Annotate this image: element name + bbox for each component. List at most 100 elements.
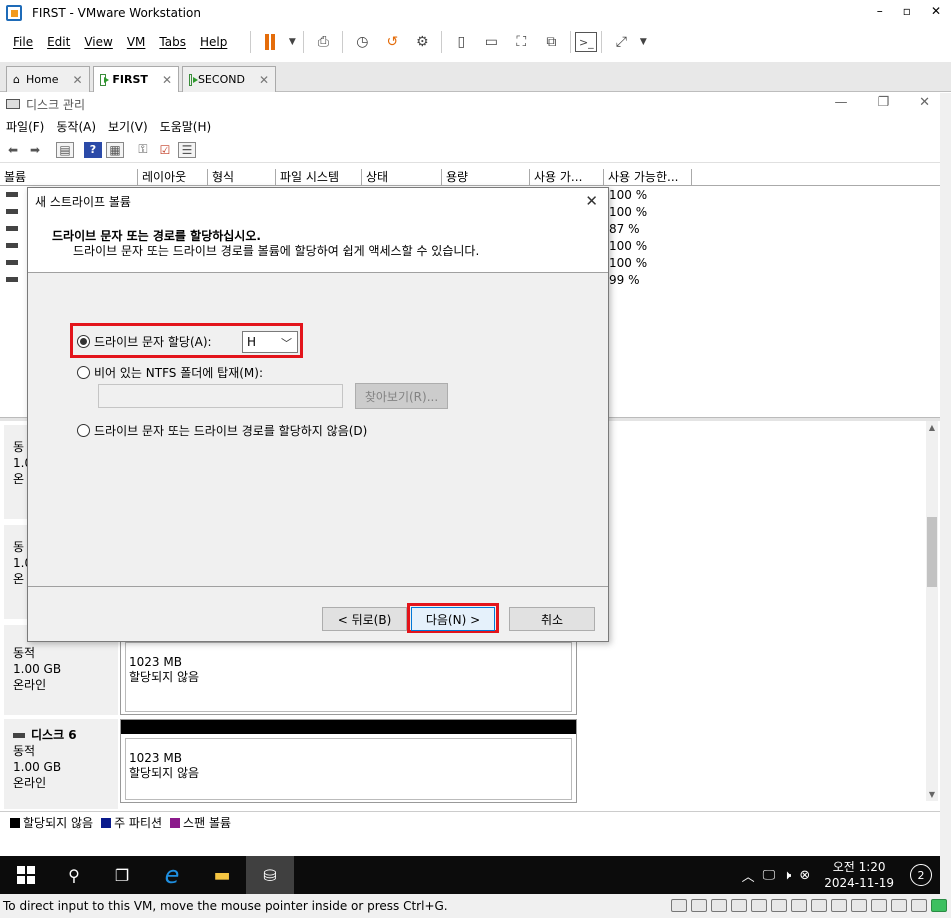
hard-disk-icon[interactable]: [691, 899, 707, 912]
chevron-up-icon[interactable]: ︿: [742, 866, 755, 885]
hard-disk-icon[interactable]: [711, 899, 727, 912]
scroll-down-icon[interactable]: ▼: [926, 790, 938, 799]
cancel-button[interactable]: 취소: [509, 607, 595, 631]
revert-snapshot-icon[interactable]: ↺: [377, 30, 407, 54]
start-button[interactable]: [2, 856, 50, 894]
console-view-icon[interactable]: >_: [575, 32, 598, 52]
close-tab-icon[interactable]: ✕: [162, 73, 172, 87]
col-volume[interactable]: 볼륨: [0, 169, 138, 185]
volume-percent: 100 %: [609, 239, 648, 253]
hard-disk-icon[interactable]: [671, 899, 687, 912]
pause-icon[interactable]: [255, 30, 285, 54]
legend-swatch: [10, 817, 20, 828]
menu-view[interactable]: 보기(V): [102, 118, 154, 135]
stretch-dropdown-icon[interactable]: ▼: [636, 30, 650, 54]
disk-name-label: 디스크 6: [31, 728, 77, 742]
radio-no-letter[interactable]: 드라이브 문자 또는 드라이브 경로를 할당하지 않음(D): [77, 422, 367, 439]
volume-muted-icon[interactable]: 🕨: [783, 868, 791, 883]
close-icon[interactable]: ✕: [585, 192, 598, 210]
unallocated-partition[interactable]: 1023 MB 할당되지 않음: [120, 719, 577, 803]
list-icon[interactable]: ☰: [178, 141, 196, 158]
hard-disk-icon[interactable]: [731, 899, 747, 912]
col-status[interactable]: 상태: [362, 169, 442, 185]
hard-disk-icon[interactable]: [771, 899, 787, 912]
dropdown-chevron-icon[interactable]: ▼: [285, 30, 299, 54]
notification-center-icon[interactable]: 2: [910, 864, 932, 886]
close-tab-icon[interactable]: ✕: [72, 73, 82, 87]
col-capacity[interactable]: 용량: [442, 169, 530, 185]
console-tree-icon[interactable]: ▤: [56, 141, 74, 158]
col-type[interactable]: 형식: [208, 169, 276, 185]
full-screen-icon[interactable]: ⛶: [506, 30, 536, 54]
file-explorer-icon[interactable]: ▬: [198, 856, 246, 894]
hard-disk-icon[interactable]: [851, 899, 867, 912]
next-button[interactable]: 다음(N) >: [411, 607, 495, 631]
back-button[interactable]: < 뒤로(B): [322, 607, 407, 631]
back-arrow-icon[interactable]: ⬅: [4, 142, 22, 158]
sidebar-icon[interactable]: ▯: [446, 30, 476, 54]
menu-action[interactable]: 동작(A): [50, 118, 102, 135]
check-icon[interactable]: ☑: [156, 142, 174, 158]
browse-button[interactable]: 찾아보기(R)...: [355, 383, 448, 409]
guest-screen[interactable]: 디스크 관리 — ❐ ✕ 파일(F) 동작(A) 보기(V) 도움말(H) ⬅ …: [0, 93, 940, 894]
hard-disk-icon[interactable]: [791, 899, 807, 912]
close-icon[interactable]: ✕: [931, 4, 941, 18]
menu-file[interactable]: 파일(F): [0, 118, 50, 135]
col-file-system[interactable]: 파일 시스템: [276, 169, 362, 185]
search-icon[interactable]: ⚲: [50, 856, 98, 894]
thumbnail-bar-icon[interactable]: ▭: [476, 30, 506, 54]
clock[interactable]: 오전 1:20 2024-11-19: [824, 859, 894, 891]
scrollbar-thumb[interactable]: [927, 517, 937, 587]
minimize-icon[interactable]: –: [877, 4, 883, 18]
network-adapter-icon[interactable]: [871, 899, 887, 912]
connect-disk-icon[interactable]: ⚿: [134, 142, 152, 158]
disk-management-taskbar-icon[interactable]: ⛁: [246, 856, 294, 894]
drive-letter-select[interactable]: H ﹀: [242, 331, 298, 353]
tab-first[interactable]: FIRST ✕: [93, 66, 179, 92]
folder-path-input[interactable]: [98, 384, 343, 408]
menu-help[interactable]: Help: [193, 35, 234, 49]
snapshot-manager-icon[interactable]: ⚙: [407, 30, 437, 54]
vm-status-icon[interactable]: [931, 899, 947, 912]
volume-icon: [6, 209, 18, 214]
tab-home[interactable]: ⌂ Home ✕: [6, 66, 90, 92]
network-icon[interactable]: 🖵: [763, 868, 776, 883]
menu-edit[interactable]: Edit: [40, 35, 77, 49]
task-view-icon[interactable]: ❐: [98, 856, 146, 894]
stretch-guest-icon[interactable]: ⤢: [606, 30, 636, 54]
wizard-header: 드라이브 문자 또는 경로를 할당하십시오. 드라이브 문자 또는 드라이브 경…: [28, 215, 608, 273]
properties-icon[interactable]: ▦: [106, 141, 124, 158]
menu-file[interactable]: File: [6, 35, 40, 49]
disk-label-block[interactable]: 디스크 6 동적 1.00 GB 온라인: [4, 719, 118, 809]
close-icon[interactable]: ✕: [919, 95, 930, 110]
sound-card-icon[interactable]: [911, 899, 927, 912]
error-icon[interactable]: ⊗: [799, 868, 810, 883]
col-free-space[interactable]: 사용 가...: [530, 169, 604, 185]
menu-help[interactable]: 도움말(H): [154, 118, 218, 135]
hard-disk-icon[interactable]: [811, 899, 827, 912]
cd-rom-icon[interactable]: [891, 899, 907, 912]
unallocated-partition[interactable]: 1023 MB 할당되지 않음: [120, 639, 577, 715]
col-percent-free[interactable]: 사용 가능한...: [604, 169, 692, 185]
send-ctrl-alt-del-icon[interactable]: ⎙: [308, 30, 338, 54]
radio-assign-letter[interactable]: 드라이브 문자 할당(A):: [77, 333, 212, 350]
menu-vm[interactable]: VM: [120, 35, 153, 49]
internet-explorer-icon[interactable]: e: [148, 856, 196, 894]
forward-arrow-icon[interactable]: ➡: [26, 142, 44, 158]
unity-icon[interactable]: ⧉: [536, 30, 566, 54]
radio-mount-folder[interactable]: 비어 있는 NTFS 폴더에 탑재(M):: [77, 364, 263, 381]
hard-disk-icon[interactable]: [831, 899, 847, 912]
restore-icon[interactable]: ❐: [877, 95, 889, 110]
close-tab-icon[interactable]: ✕: [259, 73, 269, 87]
help-icon[interactable]: ?: [84, 141, 102, 158]
tab-second[interactable]: SECOND ✕: [182, 66, 276, 92]
snapshot-icon[interactable]: ◷: [347, 30, 377, 54]
scroll-up-icon[interactable]: ▲: [926, 423, 938, 432]
minimize-icon[interactable]: —: [834, 95, 847, 110]
maximize-icon[interactable]: ▫: [903, 4, 911, 18]
menu-tabs[interactable]: Tabs: [152, 35, 193, 49]
col-layout[interactable]: 레이아웃: [138, 169, 208, 185]
disk-view-scrollbar[interactable]: ▲ ▼: [926, 421, 938, 801]
hard-disk-icon[interactable]: [751, 899, 767, 912]
menu-view[interactable]: View: [77, 35, 119, 49]
